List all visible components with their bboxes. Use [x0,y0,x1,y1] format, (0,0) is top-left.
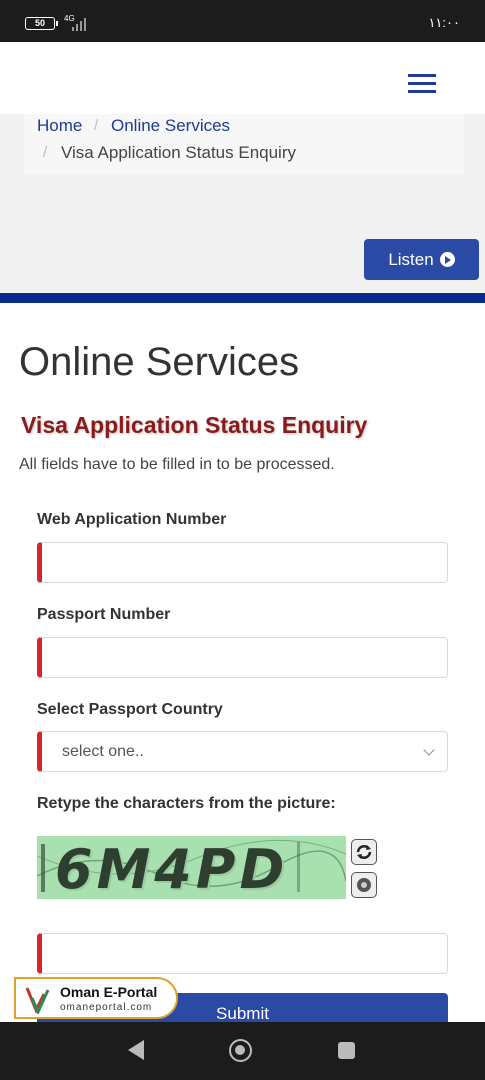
captcha-input[interactable] [37,933,448,974]
play-icon [439,252,455,267]
recent-apps-icon[interactable] [338,1042,355,1059]
breadcrumb-online-services-link[interactable]: Online Services [111,116,230,136]
captcha-label: Retype the characters from the picture: [37,795,336,812]
captcha-text: 6M4PD [55,838,289,899]
speaker-icon [357,878,371,892]
breadcrumb-home-link[interactable]: Home [37,116,82,136]
breadcrumb-current: Visa Application Status Enquiry [61,143,296,162]
passport-country-label: Select Passport Country [37,701,223,718]
refresh-icon [356,845,372,859]
passport-number-label: Passport Number [37,606,171,623]
home-icon[interactable] [229,1039,252,1062]
web-application-number-label: Web Application Number [37,511,227,528]
watermark-url: omaneportal.com [60,1002,153,1013]
signal-icon [72,17,86,31]
passport-number-input[interactable] [37,637,448,678]
breadcrumb-separator: / [43,144,48,161]
status-bar: 50 4G ١١:٠٠ [0,0,485,42]
web-application-number-input[interactable] [37,542,448,583]
audio-captcha-button[interactable] [351,872,377,898]
refresh-captcha-button[interactable] [351,839,377,865]
divider-bar [0,293,485,303]
section-title: Visa Application Status Enquiry [21,412,368,438]
listen-button[interactable]: Listen [364,239,479,280]
passport-country-select[interactable]: select one.. [37,731,448,772]
watermark-badge: Oman E-Portal omaneportal.com [14,977,178,1019]
passport-country-selected: select one.. [62,742,144,760]
oman-eportal-logo [25,987,50,1014]
battery-level: 50 [34,18,45,28]
chevron-down-icon [423,743,435,756]
page-title: Online Services [19,340,300,384]
battery-icon: 50 [25,17,58,30]
breadcrumb-separator: / [94,117,99,134]
form-instructions: All fields have to be filled in to be pr… [19,456,335,473]
status-time: ١١:٠٠ [428,15,460,30]
captcha-image: 6M4PD [37,836,346,899]
menu-icon[interactable] [408,74,436,93]
listen-label: Listen [388,249,434,269]
back-icon[interactable] [128,1040,144,1060]
watermark-title: Oman E-Portal [60,984,158,1000]
